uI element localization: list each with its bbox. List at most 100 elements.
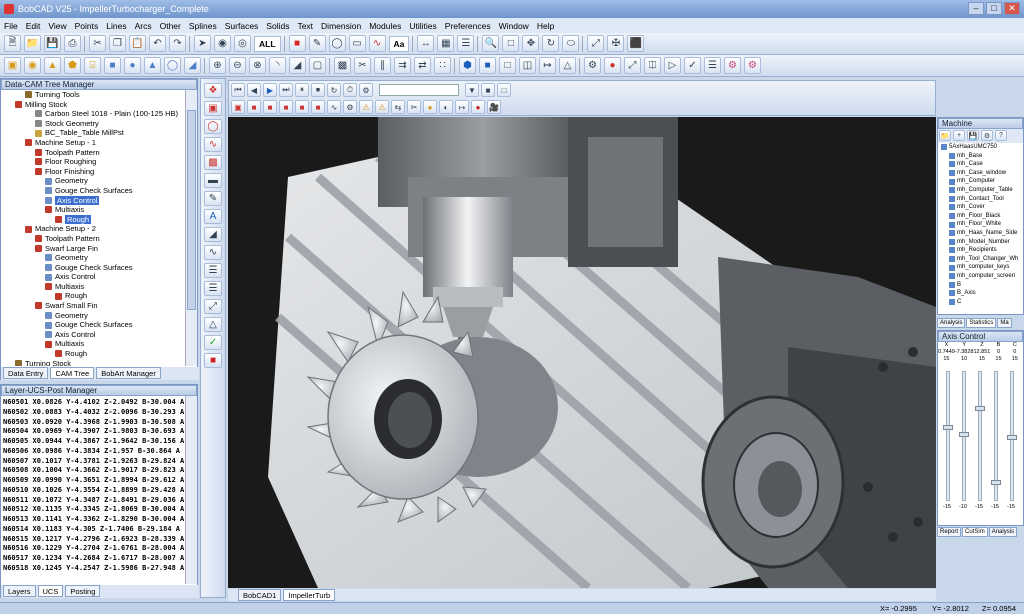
tree-node[interactable]: Gouge Check Surfaces bbox=[1, 186, 186, 196]
menu-edit[interactable]: Edit bbox=[26, 21, 41, 31]
wireframe-icon[interactable]: ⬢ bbox=[459, 57, 476, 74]
trim-icon[interactable]: ✂ bbox=[354, 57, 371, 74]
tree-node[interactable]: Toolpath Pattern bbox=[1, 148, 186, 158]
menu-splines[interactable]: Splines bbox=[189, 21, 217, 31]
section-icon[interactable]: ◫ bbox=[519, 57, 536, 74]
grid-icon[interactable]: ▦ bbox=[437, 35, 455, 52]
save-icon[interactable]: 💾 bbox=[967, 130, 979, 141]
nc-code-line[interactable]: N60505 X0.0944 Y-4.3867 Z-1.9642 B-30.15… bbox=[3, 437, 187, 447]
record-icon[interactable]: ● bbox=[471, 100, 485, 114]
machine-component[interactable]: mh_Floor_Black bbox=[941, 212, 1023, 221]
face-icon[interactable]: ▩ bbox=[204, 155, 222, 170]
tab-bobart-manager[interactable]: BobArt Manager bbox=[96, 367, 161, 379]
cylinder-icon[interactable]: ⍄ bbox=[84, 57, 101, 74]
torus-icon[interactable]: ◯ bbox=[164, 57, 181, 74]
menu-preferences[interactable]: Preferences bbox=[445, 21, 491, 31]
save-icon[interactable]: 💾 bbox=[44, 35, 61, 52]
tab-bobcad1[interactable]: BobCAD1 bbox=[238, 589, 282, 601]
zoom-icon[interactable]: 🔍 bbox=[482, 35, 500, 52]
tree-node[interactable]: Turning Tools bbox=[1, 90, 186, 100]
slider-knob[interactable] bbox=[975, 405, 985, 411]
nc-code-line[interactable]: N60514 X0.1183 Y-4.305 Z-1.7406 B-29.184… bbox=[3, 525, 187, 535]
copy-icon[interactable]: ❐ bbox=[109, 35, 126, 52]
rewind-icon[interactable]: ⏮ bbox=[231, 83, 245, 97]
tree-node[interactable]: Multiaxis bbox=[1, 205, 186, 215]
view-top-icon[interactable]: ■ bbox=[247, 100, 261, 114]
boolean-add-icon[interactable]: ⊕ bbox=[209, 57, 226, 74]
thread-icon[interactable]: ∿ bbox=[204, 245, 222, 260]
tree-node[interactable]: Geometry bbox=[1, 311, 186, 321]
menu-window[interactable]: Window bbox=[499, 21, 529, 31]
tree-node[interactable]: Floor Finishing bbox=[1, 167, 186, 177]
tab-posting[interactable]: Posting bbox=[65, 585, 101, 597]
loft-icon[interactable]: ⬟ bbox=[64, 57, 81, 74]
slider-knob[interactable] bbox=[943, 424, 953, 430]
color-icon[interactable]: ■ bbox=[288, 35, 306, 52]
loop-icon[interactable]: ↻ bbox=[327, 83, 341, 97]
pattern-icon[interactable]: ∷ bbox=[434, 57, 451, 74]
tree-node[interactable]: Toolpath Pattern bbox=[1, 234, 186, 244]
hidden-line-icon[interactable]: □ bbox=[499, 57, 516, 74]
zoom-window-icon[interactable]: □ bbox=[502, 35, 520, 52]
report-icon[interactable]: ☰ bbox=[704, 57, 721, 74]
tab-analysis[interactable]: Analysis bbox=[937, 318, 966, 328]
wedge-icon[interactable]: ◢ bbox=[184, 57, 201, 74]
nc-code-line[interactable]: N60509 X0.0990 Y-4.3651 Z-1.8994 B-29.61… bbox=[3, 476, 187, 486]
rotate-icon[interactable]: ↻ bbox=[542, 35, 560, 52]
paste-icon[interactable]: 📋 bbox=[129, 35, 146, 52]
machine-component[interactable]: mh_Haas_Name_Side bbox=[941, 229, 1023, 238]
machine-component[interactable]: mh_Floor_White bbox=[941, 220, 1023, 229]
speed-slider[interactable] bbox=[379, 84, 459, 96]
mirror-icon[interactable]: ⇄ bbox=[414, 57, 431, 74]
move-icon[interactable]: ✠ bbox=[607, 35, 625, 52]
machine-component[interactable]: mh_Computer bbox=[941, 177, 1023, 186]
compare-icon[interactable]: ⇆ bbox=[391, 100, 405, 114]
slider-knob[interactable] bbox=[1007, 434, 1017, 440]
menu-modules[interactable]: Modules bbox=[369, 21, 401, 31]
verify-icon[interactable]: ✓ bbox=[684, 57, 701, 74]
view-bottom-icon[interactable]: ■ bbox=[295, 100, 309, 114]
collision-check-icon[interactable]: ⚠ bbox=[359, 100, 373, 114]
tree-node[interactable]: Axis Control bbox=[1, 272, 186, 282]
sweep-icon[interactable]: ▲ bbox=[44, 57, 61, 74]
axis-values-cell[interactable]: 12.851 bbox=[973, 349, 990, 356]
machine-display-icon[interactable]: ⚙ bbox=[343, 100, 357, 114]
text-style-dropdown[interactable]: Aa bbox=[388, 35, 410, 52]
transparency-icon[interactable]: ◐ bbox=[439, 100, 453, 114]
menu-utilities[interactable]: Utilities bbox=[409, 21, 436, 31]
tree-node[interactable]: Carbon Steel 1018 - Plain (100-125 HB) bbox=[1, 109, 186, 119]
menu-view[interactable]: View bbox=[48, 21, 66, 31]
tab-data-entry[interactable]: Data Entry bbox=[3, 367, 49, 379]
tab-report[interactable]: Report bbox=[937, 527, 962, 537]
simulate-icon[interactable]: ▷ bbox=[664, 57, 681, 74]
fixture-icon[interactable]: ⤢ bbox=[624, 57, 641, 74]
tool-library-icon[interactable]: ⚙ bbox=[584, 57, 601, 74]
cut-icon[interactable]: ✂ bbox=[89, 35, 106, 52]
view-back-icon[interactable]: ■ bbox=[311, 100, 325, 114]
nc-code-line[interactable]: N60518 X0.1245 Y-4.2547 Z-1.5986 B-27.94… bbox=[3, 564, 187, 574]
tree-node[interactable]: Stock Geometry bbox=[1, 119, 186, 129]
tab-ma[interactable]: Ma bbox=[997, 318, 1012, 328]
chamfer-tool-icon[interactable]: ◢ bbox=[204, 227, 222, 242]
machine-component[interactable]: mh_Computer_Table bbox=[941, 186, 1023, 195]
machine-component[interactable]: mh_Tool_Changer_Wh bbox=[941, 255, 1023, 264]
wizard-icon[interactable]: ❖ bbox=[204, 83, 222, 98]
machine-component[interactable]: mh_Case_window bbox=[941, 169, 1023, 178]
pause-icon[interactable]: ⏸ bbox=[295, 83, 309, 97]
color-by-tool-icon[interactable]: ● bbox=[423, 100, 437, 114]
layers-icon[interactable]: ☰ bbox=[457, 35, 475, 52]
3d-viewport[interactable] bbox=[228, 117, 936, 588]
point-filter-icon[interactable]: ◉ bbox=[214, 35, 231, 52]
selection-filter-dropdown[interactable]: ALL bbox=[254, 35, 281, 52]
tab-layers[interactable]: Layers bbox=[3, 585, 36, 597]
fillet-icon[interactable]: ◝ bbox=[269, 57, 286, 74]
menu-file[interactable]: File bbox=[4, 21, 18, 31]
slider-knob[interactable] bbox=[991, 479, 1001, 485]
nc-code-line[interactable]: N60516 X0.1229 Y-4.2704 Z-1.6761 B-28.00… bbox=[3, 544, 187, 554]
menu-arcs[interactable]: Arcs bbox=[135, 21, 152, 31]
boolean-subtract-icon[interactable]: ⊖ bbox=[229, 57, 246, 74]
swarf-icon[interactable]: △ bbox=[204, 317, 222, 332]
machine-component[interactable]: B_Axis bbox=[941, 289, 1023, 298]
transform-icon[interactable]: ⤢ bbox=[587, 35, 605, 52]
tab-ucs[interactable]: UCS bbox=[37, 585, 64, 597]
